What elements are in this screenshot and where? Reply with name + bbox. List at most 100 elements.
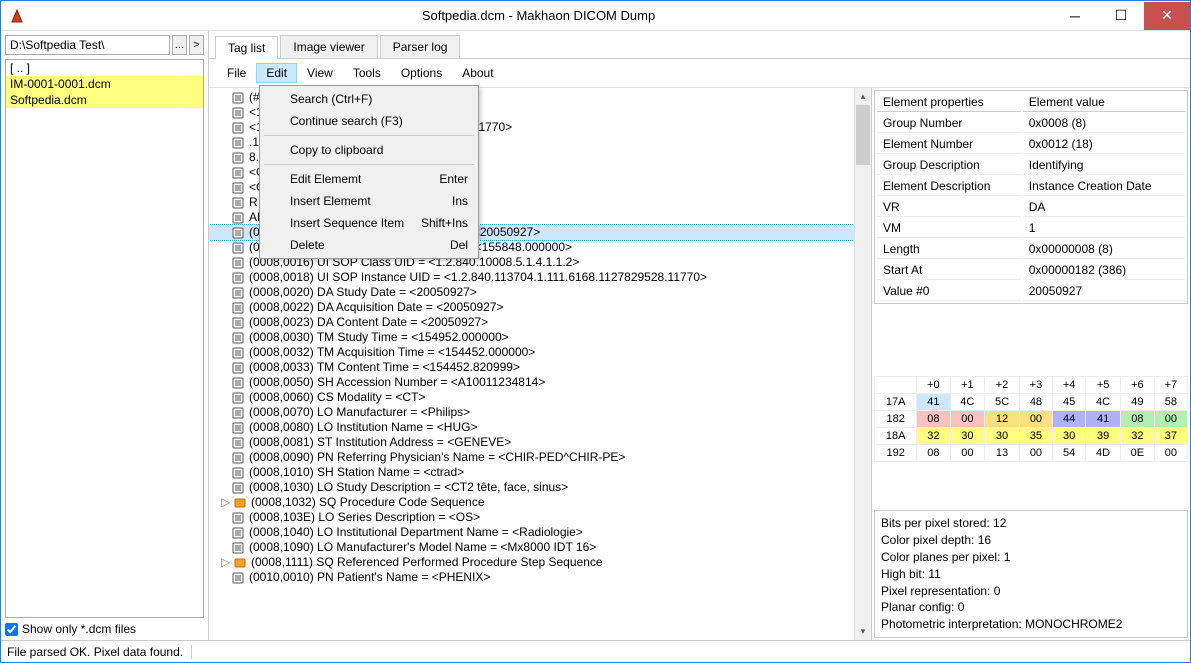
menubar: FileEditViewToolsOptionsAbout Search (Ct… <box>209 59 1190 88</box>
tag-text: (0008,0018) UI SOP Instance UID = <1.2.8… <box>249 270 707 285</box>
tag-row[interactable]: ▷(0008,1111) SQ Referenced Performed Pro… <box>209 555 854 570</box>
scroll-thumb[interactable] <box>856 105 870 165</box>
hex-cell: 4C <box>1086 394 1121 411</box>
menu-about[interactable]: About <box>452 63 503 83</box>
tag-row[interactable]: (0008,0033) TM Content Time = <154452.82… <box>209 360 854 375</box>
tag-text: (0008,0080) LO Institution Name = <HUG> <box>249 420 477 435</box>
tag-row[interactable]: (0008,0020) DA Study Date = <20050927> <box>209 285 854 300</box>
file-browser-panel: ... > [ .. ]IM-0001-0001.dcmSoftpedia.dc… <box>1 31 209 640</box>
file-item[interactable]: [ .. ] <box>6 60 203 76</box>
menu-file[interactable]: File <box>217 63 256 83</box>
scroll-down-icon[interactable]: ▾ <box>855 623 871 640</box>
hex-addr: 182 <box>875 411 917 428</box>
props-key: Group Description <box>877 156 1021 175</box>
menu-edit[interactable]: Edit <box>256 63 297 83</box>
file-item[interactable]: IM-0001-0001.dcm <box>6 76 203 92</box>
tag-row[interactable]: (0008,1010) SH Station Name = <ctrad> <box>209 465 854 480</box>
props-value: 1 <box>1023 219 1185 238</box>
element-icon <box>231 122 245 134</box>
app-window: Softpedia.dcm - Makhaon DICOM Dump ─ ☐ ✕… <box>0 0 1191 663</box>
tab-image-viewer[interactable]: Image viewer <box>280 35 377 58</box>
tag-row[interactable]: (0008,0090) PN Referring Physician's Nam… <box>209 450 854 465</box>
close-button[interactable]: ✕ <box>1144 2 1190 30</box>
tag-row[interactable]: (0008,0018) UI SOP Instance UID = <1.2.8… <box>209 270 854 285</box>
tag-row[interactable]: (0008,1040) LO Institutional Department … <box>209 525 854 540</box>
tag-row[interactable]: (0008,0081) ST Institution Address = <GE… <box>209 435 854 450</box>
props-value: 20050927 <box>1023 282 1185 301</box>
tag-row[interactable]: (0008,1030) LO Study Description = <CT2 … <box>209 480 854 495</box>
menu-options[interactable]: Options <box>391 63 452 83</box>
minimize-button[interactable]: ─ <box>1052 2 1098 30</box>
menu-item-search-ctrl-f-[interactable]: Search (Ctrl+F) <box>262 88 476 110</box>
info-line: High bit: 11 <box>881 566 1181 583</box>
tag-text: (0008,0030) TM Study Time = <154952.0000… <box>249 330 509 345</box>
element-icon <box>231 467 245 479</box>
props-value: Identifying <box>1023 156 1185 175</box>
element-icon <box>231 407 245 419</box>
tag-row[interactable]: (0008,0080) LO Institution Name = <HUG> <box>209 420 854 435</box>
element-icon <box>231 542 245 554</box>
element-icon <box>231 332 245 344</box>
scroll-up-icon[interactable]: ▴ <box>855 88 871 105</box>
window-controls: ─ ☐ ✕ <box>1052 2 1190 30</box>
menu-item-insert-elememt[interactable]: Insert ElememtIns <box>262 190 476 212</box>
info-line: Planar config: 0 <box>881 599 1181 616</box>
hex-cell: 08 <box>917 411 950 428</box>
menu-item-delete[interactable]: DeleteDel <box>262 234 476 256</box>
file-item[interactable]: Softpedia.dcm <box>6 92 203 108</box>
hex-table: +0+1+2+3+4+5+6+717A414C5C48454C495818208… <box>874 376 1188 462</box>
menu-item-edit-elememt[interactable]: Edit ElememtEnter <box>262 168 476 190</box>
menu-item-insert-sequence-item[interactable]: Insert Sequence ItemShift+Ins <box>262 212 476 234</box>
props-value: 0x0012 (18) <box>1023 135 1185 154</box>
image-info-box: Bits per pixel stored: 12Color pixel dep… <box>874 510 1188 638</box>
props-row: Length0x00000008 (8) <box>877 240 1185 259</box>
tree-expand-icon[interactable]: ▷ <box>221 495 233 510</box>
path-input[interactable] <box>5 35 170 55</box>
maximize-button[interactable]: ☐ <box>1098 2 1144 30</box>
tab-tag-list[interactable]: Tag list <box>215 36 278 59</box>
tag-row[interactable]: (0010,0010) PN Patient's Name = <PHENIX> <box>209 570 854 585</box>
filter-checkbox[interactable] <box>5 623 18 636</box>
props-key: Element Description <box>877 177 1021 196</box>
props-row: Start At0x00000182 (386) <box>877 261 1185 280</box>
edit-dropdown: Search (Ctrl+F)Continue search (F3) Copy … <box>259 85 479 259</box>
props-row: Group DescriptionIdentifying <box>877 156 1185 175</box>
sequence-icon <box>233 557 247 569</box>
tag-text: (0008,1030) LO Study Description = <CT2 … <box>249 480 568 495</box>
hex-cell: 00 <box>1154 411 1187 428</box>
tag-row[interactable]: (0008,0032) TM Acquisition Time = <15445… <box>209 345 854 360</box>
menu-view[interactable]: View <box>297 63 343 83</box>
hex-cell: 4C <box>950 394 985 411</box>
props-value: 0x0008 (8) <box>1023 114 1185 133</box>
tag-row[interactable]: (0008,0030) TM Study Time = <154952.0000… <box>209 330 854 345</box>
hex-cell: 49 <box>1120 394 1154 411</box>
tab-parser-log[interactable]: Parser log <box>380 35 461 58</box>
hex-cell: 54 <box>1053 445 1086 462</box>
element-icon <box>231 527 245 539</box>
tag-row[interactable]: (0008,0060) CS Modality = <CT> <box>209 390 854 405</box>
menu-tools[interactable]: Tools <box>343 63 391 83</box>
tag-row[interactable]: ▷(0008,1032) SQ Procedure Code Sequence <box>209 495 854 510</box>
path-browse-button[interactable]: ... <box>172 35 187 55</box>
tag-row[interactable]: (0008,0023) DA Content Date = <20050927> <box>209 315 854 330</box>
tag-text: (0008,0050) SH Accession Number = <A1001… <box>249 375 545 390</box>
hex-col: +3 <box>1019 377 1052 394</box>
file-list[interactable]: [ .. ]IM-0001-0001.dcmSoftpedia.dcm <box>5 59 204 618</box>
tag-scrollbar[interactable]: ▴ ▾ <box>854 88 871 640</box>
props-row: VRDA <box>877 198 1185 217</box>
hex-cell: 00 <box>950 411 985 428</box>
tag-row[interactable]: (0008,103E) LO Series Description = <OS> <box>209 510 854 525</box>
tree-expand-icon[interactable]: ▷ <box>221 555 233 570</box>
tag-row[interactable]: (0008,0022) DA Acquisition Date = <20050… <box>209 300 854 315</box>
hex-cell: 45 <box>1053 394 1086 411</box>
menu-item-continue-search-f-[interactable]: Continue search (F3) <box>262 110 476 132</box>
props-key: Value #0 <box>877 282 1021 301</box>
tag-row[interactable]: (0008,0070) LO Manufacturer = <Philips> <box>209 405 854 420</box>
tag-row[interactable]: (0008,0050) SH Accession Number = <A1001… <box>209 375 854 390</box>
path-go-button[interactable]: > <box>189 35 204 55</box>
element-icon <box>231 317 245 329</box>
hex-row: 19208001300544D0E00 <box>875 445 1188 462</box>
tag-row[interactable]: (0008,1090) LO Manufacturer's Model Name… <box>209 540 854 555</box>
menu-item-copy-to-clipboard[interactable]: Copy to clipboard <box>262 139 476 161</box>
hex-col: +1 <box>950 377 985 394</box>
